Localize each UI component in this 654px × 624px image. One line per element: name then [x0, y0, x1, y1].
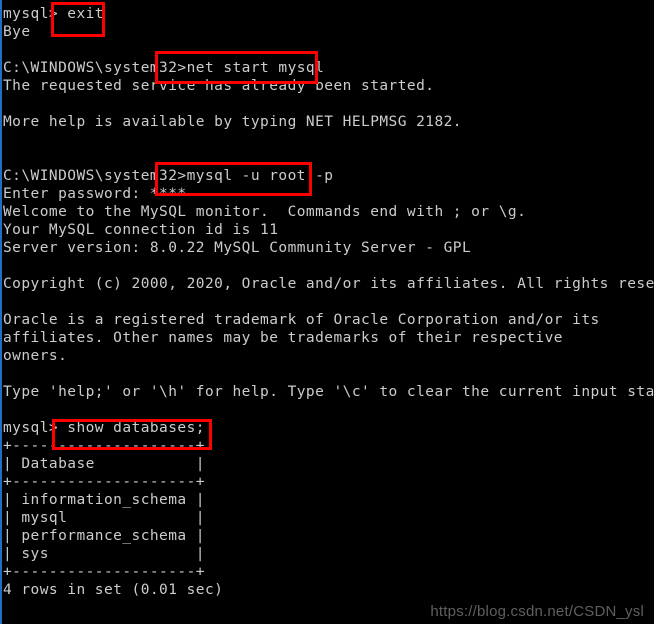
console-output[interactable]: mysql> exit Bye C:\WINDOWS\system32>net … — [3, 5, 654, 599]
command-prompt-window[interactable]: mysql> exit Bye C:\WINDOWS\system32>net … — [0, 0, 654, 624]
watermark-url: https://blog.csdn.net/CSDN_ysl — [430, 603, 644, 620]
window-left-edge — [0, 0, 2, 624]
